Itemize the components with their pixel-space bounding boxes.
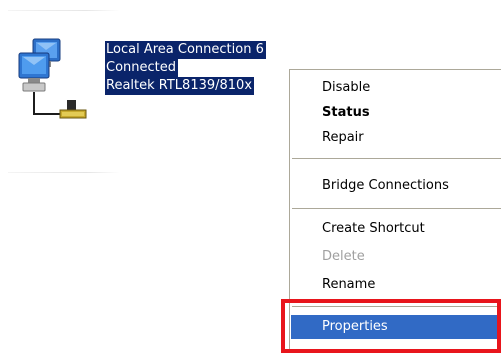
- menu-item-rename[interactable]: Rename: [291, 273, 501, 297]
- menu-item-bridge-connections[interactable]: Bridge Connections: [291, 174, 501, 198]
- top-divider: [8, 10, 120, 11]
- connection-device: Realtek RTL8139/810x: [105, 77, 255, 95]
- menu-item-repair[interactable]: Repair: [291, 126, 501, 150]
- highlight-box: [281, 299, 501, 353]
- menu-item-status[interactable]: Status: [291, 101, 501, 125]
- connection-status: Connected: [105, 59, 179, 77]
- menu-item-disable[interactable]: Disable: [291, 76, 501, 100]
- network-connection-icon[interactable]: [14, 36, 92, 126]
- menu-separator: [292, 158, 501, 159]
- menu-separator: [292, 208, 501, 209]
- menu-item-create-shortcut[interactable]: Create Shortcut: [291, 217, 501, 241]
- group-divider: [8, 172, 120, 173]
- menu-item-delete: Delete: [322, 249, 365, 264]
- connection-name: Local Area Connection 6: [105, 41, 266, 59]
